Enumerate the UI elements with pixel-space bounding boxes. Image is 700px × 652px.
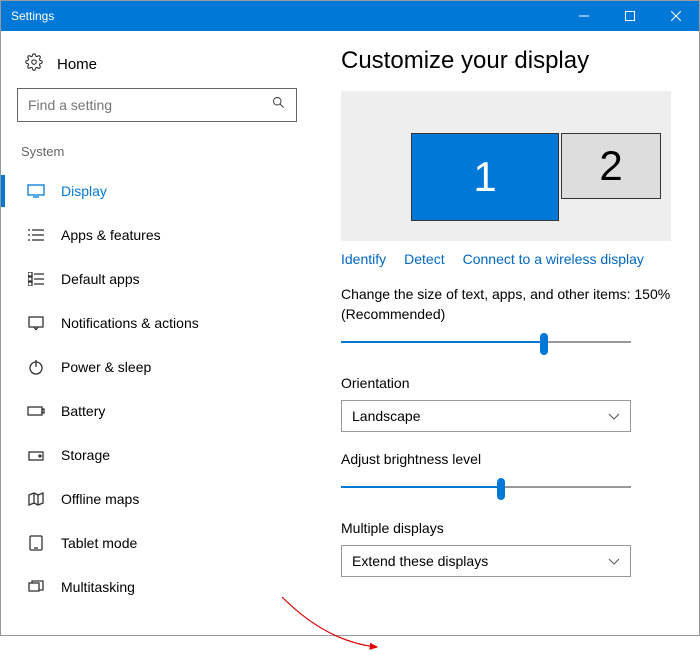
sidebar-item-apps[interactable]: Apps & features bbox=[17, 213, 317, 257]
gear-icon bbox=[25, 53, 43, 76]
map-icon bbox=[27, 492, 45, 506]
main-panel: Customize your display 1 2 Identify Dete… bbox=[317, 47, 687, 635]
identify-link[interactable]: Identify bbox=[341, 251, 386, 267]
brightness-label: Adjust brightness level bbox=[341, 450, 687, 470]
window-title: Settings bbox=[11, 9, 54, 23]
maximize-button[interactable] bbox=[607, 1, 653, 31]
sidebar-item-label: Default apps bbox=[61, 271, 140, 287]
sidebar-item-label: Display bbox=[61, 183, 107, 199]
tablet-icon bbox=[27, 535, 45, 551]
scale-slider[interactable] bbox=[341, 330, 631, 356]
sidebar-item-multitasking[interactable]: Multitasking bbox=[17, 565, 317, 609]
window-controls bbox=[561, 1, 699, 31]
sidebar: Home System Display Apps & features Defa… bbox=[17, 47, 317, 635]
slider-thumb[interactable] bbox=[540, 333, 548, 355]
sidebar-item-label: Storage bbox=[61, 447, 110, 463]
sidebar-item-label: Battery bbox=[61, 403, 105, 419]
sidebar-item-maps[interactable]: Offline maps bbox=[17, 477, 317, 521]
defaults-icon bbox=[27, 272, 45, 286]
orientation-select[interactable]: Landscape bbox=[341, 400, 631, 432]
minimize-button[interactable] bbox=[561, 1, 607, 31]
sidebar-item-label: Tablet mode bbox=[61, 535, 137, 551]
slider-fill bbox=[341, 486, 501, 488]
chevron-down-icon bbox=[608, 553, 620, 569]
home-label: Home bbox=[57, 56, 97, 73]
sidebar-item-label: Offline maps bbox=[61, 491, 139, 507]
sidebar-item-label: Apps & features bbox=[61, 227, 161, 243]
titlebar: Settings bbox=[1, 1, 699, 31]
sidebar-item-power[interactable]: Power & sleep bbox=[17, 345, 317, 389]
battery-icon bbox=[27, 405, 45, 417]
wireless-display-link[interactable]: Connect to a wireless display bbox=[463, 251, 644, 267]
page-title: Customize your display bbox=[341, 47, 687, 75]
scale-label: Change the size of text, apps, and other… bbox=[341, 285, 687, 324]
sidebar-item-default-apps[interactable]: Default apps bbox=[17, 257, 317, 301]
search-field[interactable] bbox=[28, 97, 271, 113]
monitor-1[interactable]: 1 bbox=[411, 133, 559, 221]
sidebar-item-label: Power & sleep bbox=[61, 359, 151, 375]
multi-displays-select[interactable]: Extend these displays bbox=[341, 545, 631, 577]
home-link[interactable]: Home bbox=[17, 47, 317, 88]
sidebar-item-display[interactable]: Display bbox=[17, 169, 317, 213]
storage-icon bbox=[27, 448, 45, 462]
section-label: System bbox=[21, 144, 317, 159]
content-area: Home System Display Apps & features Defa… bbox=[1, 31, 699, 635]
chevron-down-icon bbox=[608, 408, 620, 424]
multi-displays-label: Multiple displays bbox=[341, 519, 687, 539]
display-preview[interactable]: 1 2 bbox=[341, 91, 671, 241]
sidebar-item-label: Notifications & actions bbox=[61, 315, 199, 331]
close-button[interactable] bbox=[653, 1, 699, 31]
monitor-2[interactable]: 2 bbox=[561, 133, 661, 199]
sidebar-item-tablet[interactable]: Tablet mode bbox=[17, 521, 317, 565]
brightness-slider[interactable] bbox=[341, 475, 631, 501]
slider-thumb[interactable] bbox=[497, 478, 505, 500]
orientation-value: Landscape bbox=[352, 408, 421, 424]
multi-displays-value: Extend these displays bbox=[352, 553, 488, 569]
notification-icon bbox=[27, 316, 45, 330]
power-icon bbox=[27, 359, 45, 375]
sidebar-item-storage[interactable]: Storage bbox=[17, 433, 317, 477]
search-input[interactable] bbox=[17, 88, 297, 122]
slider-fill bbox=[341, 341, 544, 343]
display-icon bbox=[27, 184, 45, 198]
list-icon bbox=[27, 228, 45, 242]
search-icon bbox=[271, 95, 286, 115]
nav-list: Display Apps & features Default apps Not… bbox=[17, 169, 317, 609]
sidebar-item-notifications[interactable]: Notifications & actions bbox=[17, 301, 317, 345]
sidebar-item-label: Multitasking bbox=[61, 579, 135, 595]
orientation-label: Orientation bbox=[341, 374, 687, 394]
display-links: Identify Detect Connect to a wireless di… bbox=[341, 251, 687, 267]
multitasking-icon bbox=[27, 580, 45, 594]
detect-link[interactable]: Detect bbox=[404, 251, 444, 267]
sidebar-item-battery[interactable]: Battery bbox=[17, 389, 317, 433]
